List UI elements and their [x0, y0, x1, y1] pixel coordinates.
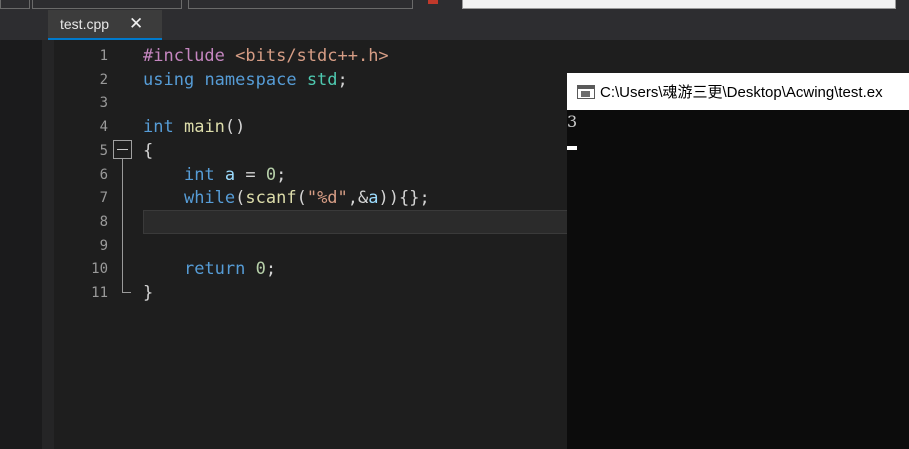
- close-icon[interactable]: ✕: [129, 14, 143, 34]
- line-number: 1: [99, 48, 108, 64]
- line-number: 5: [99, 142, 108, 159]
- editor-margin: [42, 40, 54, 449]
- console-window[interactable]: C:\Users\魂游三更\Desktop\Acwing\test.ex 3: [567, 73, 909, 449]
- toolbar-stop-icon[interactable]: [428, 0, 438, 4]
- code-text[interactable]: while(scanf("%d",&a)){};: [143, 186, 430, 210]
- tab-test-cpp[interactable]: test.cpp ✕: [48, 10, 162, 40]
- tab-title: test.cpp: [60, 16, 110, 32]
- code-text[interactable]: return 0;: [143, 257, 276, 281]
- line-number: 7: [99, 190, 108, 207]
- console-titlebar[interactable]: C:\Users\魂游三更\Desktop\Acwing\test.ex: [567, 73, 909, 110]
- console-title: C:\Users\魂游三更\Desktop\Acwing\test.ex: [600, 84, 883, 101]
- toolbar-search-box[interactable]: [462, 0, 896, 9]
- side-panel: [0, 40, 42, 449]
- toolbar-combo-2[interactable]: [32, 0, 182, 9]
- line-number: 10: [91, 261, 108, 278]
- code-text[interactable]: #include <bits/stdc++.h>: [143, 44, 389, 68]
- toolbar: [0, 0, 909, 10]
- line-number: 8: [99, 213, 108, 230]
- code-line[interactable]: 1 #include <bits/stdc++.h>: [54, 44, 909, 68]
- line-number: 3: [99, 95, 108, 112]
- toolbar-combo-3[interactable]: [188, 0, 413, 9]
- toolbar-combo-1[interactable]: [0, 0, 30, 9]
- line-number: 9: [99, 237, 108, 254]
- tab-bar: test.cpp ✕: [0, 10, 909, 40]
- line-number: 2: [99, 71, 108, 88]
- line-number: 4: [99, 119, 108, 136]
- line-number: 11: [91, 285, 108, 301]
- code-text[interactable]: using namespace std;: [143, 68, 348, 92]
- console-cursor: [567, 146, 577, 150]
- console-output: 3: [567, 112, 578, 131]
- code-text[interactable]: }: [143, 281, 153, 305]
- code-text[interactable]: int main(): [143, 115, 245, 139]
- code-text[interactable]: {: [143, 139, 153, 163]
- code-text[interactable]: int a = 0;: [143, 163, 286, 187]
- line-number: 6: [99, 166, 108, 183]
- console-app-icon: [577, 84, 595, 99]
